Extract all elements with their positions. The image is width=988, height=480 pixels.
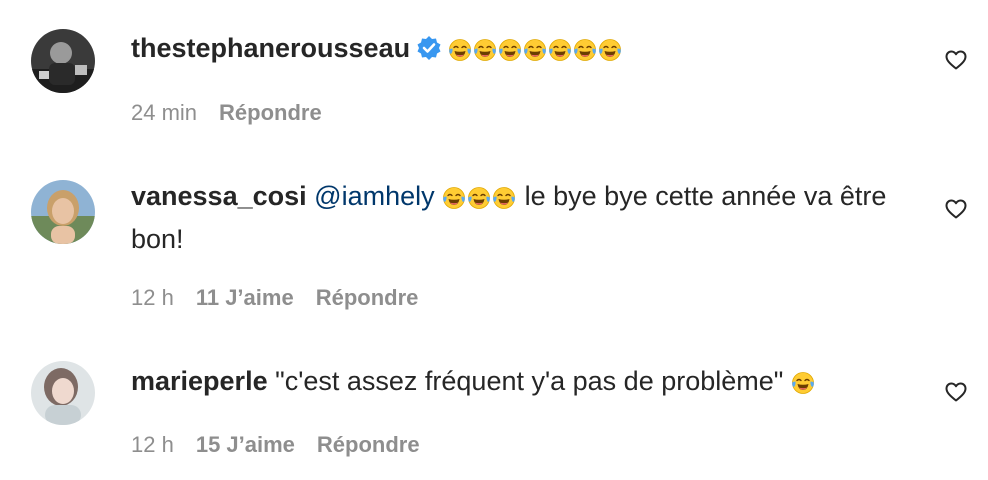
likes-count-button[interactable]: 11 J’aime <box>196 285 294 310</box>
avatar[interactable] <box>31 29 95 93</box>
mention-link[interactable]: @iamhely <box>314 181 434 211</box>
emoji-group <box>791 367 816 405</box>
face-with-tears-of-joy-emoji <box>598 34 622 61</box>
comment-item: marieperle "c'est assez fréquent y'a pas… <box>0 340 988 480</box>
face-with-tears-of-joy-emoji <box>523 34 547 61</box>
comment-item: thestephanerousseau 24 min Répondre <box>0 0 988 150</box>
comment-text: "c'est assez fréquent y'a pas de problèm… <box>275 366 784 396</box>
likes-count-button[interactable]: 15 J’aime <box>196 432 295 457</box>
avatar-image <box>31 361 95 425</box>
face-with-tears-of-joy-emoji <box>492 182 516 209</box>
comment-body: vanessa_cosi @iamhely le bye bye cette a… <box>131 177 901 258</box>
heart-outline-icon[interactable] <box>944 380 968 404</box>
reply-button[interactable]: Répondre <box>219 100 322 125</box>
face-with-tears-of-joy-emoji <box>548 34 572 61</box>
heart-outline-icon[interactable] <box>944 197 968 221</box>
comment-username[interactable]: vanessa_cosi <box>131 181 307 211</box>
comment-meta: 12 h 15 J’aime Répondre <box>131 431 442 459</box>
emoji-group <box>442 182 517 220</box>
comment-item: vanessa_cosi @iamhely le bye bye cette a… <box>0 150 988 340</box>
comment-username[interactable]: thestephanerousseau <box>131 33 410 63</box>
face-with-tears-of-joy-emoji <box>473 34 497 61</box>
avatar[interactable] <box>31 180 95 244</box>
comment-time: 12 h <box>131 432 174 457</box>
face-with-tears-of-joy-emoji <box>448 34 472 61</box>
avatar-image <box>31 180 95 244</box>
avatar-image <box>31 29 95 93</box>
heart-outline-icon[interactable] <box>944 48 968 72</box>
face-with-tears-of-joy-emoji <box>498 34 522 61</box>
comment-meta: 24 min Répondre <box>131 99 344 127</box>
face-with-tears-of-joy-emoji <box>467 182 491 209</box>
avatar[interactable] <box>31 361 95 425</box>
face-with-tears-of-joy-emoji <box>791 367 815 394</box>
comment-time: 24 min <box>131 100 198 125</box>
face-with-tears-of-joy-emoji <box>573 34 597 61</box>
reply-button[interactable]: Répondre <box>316 285 419 310</box>
verified-badge-icon <box>416 33 442 71</box>
comment-username[interactable]: marieperle <box>131 366 268 396</box>
face-with-tears-of-joy-emoji <box>442 182 466 209</box>
reply-button[interactable]: Répondre <box>317 432 420 457</box>
emoji-group <box>448 34 623 72</box>
comment-body: thestephanerousseau <box>131 29 901 72</box>
comment-body: marieperle "c'est assez fréquent y'a pas… <box>131 362 901 405</box>
comment-time: 12 h <box>131 285 174 310</box>
comment-meta: 12 h 11 J’aime Répondre <box>131 284 440 312</box>
